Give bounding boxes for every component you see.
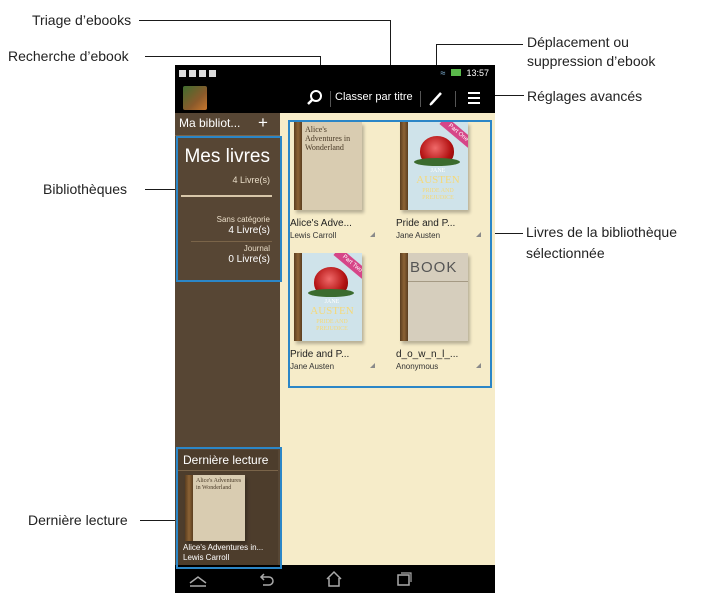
callout-recent: Dernière lecture [28, 512, 128, 528]
sort-by-title-button[interactable]: Classer par titre [335, 91, 413, 103]
callout-move-delete-2: suppression d’ebook [527, 53, 656, 69]
status-time: ≈ 13:57 [440, 68, 489, 78]
add-library-button[interactable]: + [258, 113, 268, 133]
action-separator [330, 91, 331, 107]
wifi-icon: ≈ [440, 68, 446, 78]
notification-icons [179, 69, 219, 79]
callout-libraries-line [145, 189, 177, 190]
back-icon[interactable] [255, 569, 277, 589]
callout-selected-2: sélectionnée [526, 245, 605, 261]
recent-apps-icon[interactable] [393, 569, 415, 589]
pencil-icon[interactable] [427, 88, 447, 108]
bookshelf-app-icon[interactable] [183, 86, 207, 110]
action-separator [455, 91, 456, 107]
action-bar: Classer par titre [175, 83, 495, 113]
library-header: Ma bibliot... + [175, 113, 280, 136]
callout-search-line [145, 56, 320, 57]
callout-move-line [436, 44, 523, 45]
action-separator [420, 91, 421, 107]
highlight-books [288, 120, 492, 388]
callout-advanced: Réglages avancés [527, 88, 643, 104]
status-bar: ≈ 13:57 [175, 65, 495, 83]
callout-search: Recherche d’ebook [8, 48, 129, 64]
highlight-recent [176, 447, 282, 569]
callout-triage: Triage d’ebooks [32, 12, 132, 28]
highlight-libraries [176, 136, 282, 282]
library-header-title[interactable]: Ma bibliot... [179, 116, 240, 130]
callout-triage-line [139, 20, 391, 21]
callout-selected-1: Livres de la bibliothèque [526, 224, 677, 240]
up-chevron-icon[interactable] [187, 569, 209, 589]
menu-icon[interactable] [465, 88, 485, 108]
callout-libraries: Bibliothèques [43, 181, 128, 197]
callout-recent-line [140, 520, 177, 521]
callout-move-delete-1: Déplacement ou [527, 34, 629, 50]
battery-icon [450, 69, 461, 76]
search-icon[interactable] [305, 88, 325, 108]
navigation-bar [175, 565, 495, 593]
home-icon[interactable] [323, 569, 345, 589]
